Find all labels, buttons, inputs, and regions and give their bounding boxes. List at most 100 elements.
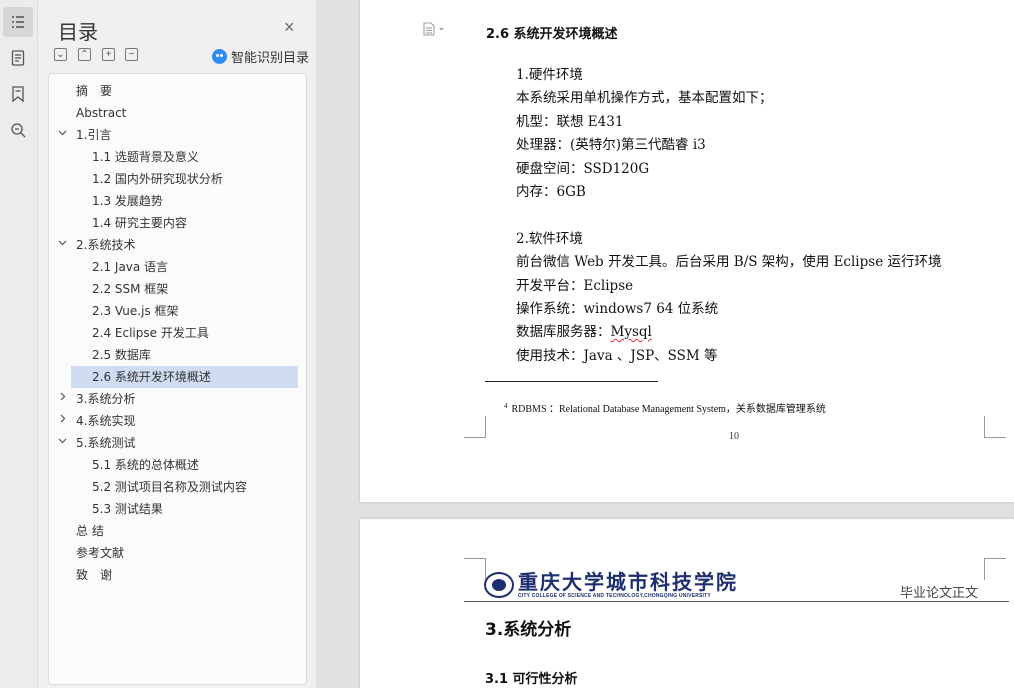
crop-mark: [984, 416, 1006, 438]
toc-item[interactable]: 2.2 SSM 框架: [71, 278, 298, 300]
db-name: Mysql: [610, 324, 652, 340]
chevron-right-icon[interactable]: [56, 410, 68, 432]
toc-item-label: 5.系统测试: [76, 436, 136, 450]
page-number: 10: [729, 431, 739, 442]
body-line: 前台微信 Web 开发工具。后台采用 B/S 架构，使用 Eclipse 运行环…: [516, 254, 942, 270]
toc-item[interactable]: Abstract: [53, 102, 298, 124]
toc-item[interactable]: 4.系统实现: [53, 410, 298, 432]
crop-mark: [984, 558, 1006, 580]
body-line: 内存：6GB: [516, 184, 586, 200]
close-icon[interactable]: ×: [284, 18, 295, 36]
footnote-text: RDBMS ：Relational Database Management Sy…: [511, 404, 826, 415]
subsection-title: 3.1 可行性分析: [485, 672, 578, 687]
find-icon[interactable]: [3, 115, 33, 145]
toc-item[interactable]: 3.系统分析: [53, 388, 298, 410]
add-heading-icon[interactable]: +: [102, 48, 115, 61]
body-line: 开发平台：Eclipse: [516, 278, 634, 294]
header-rule: [464, 601, 1009, 602]
toc-item[interactable]: 2.3 Vue.js 框架: [71, 300, 298, 322]
toc-item[interactable]: 2.5 数据库: [71, 344, 298, 366]
toc-item-label: 1.引言: [76, 128, 112, 142]
toc-item[interactable]: 2.1 Java 语言: [71, 256, 298, 278]
chevron-down-icon[interactable]: [56, 432, 68, 454]
toc-panel: 目录 × ⌄ ⌃ + − 智能识别目录 摘 要 Abstract 1.引言 1.1 选…: [38, 0, 316, 688]
toc-item-label: 参考文献: [76, 546, 125, 560]
collapse-all-icon[interactable]: ⌄: [54, 48, 67, 61]
toc-item[interactable]: 5.1 系统的总体概述: [71, 454, 298, 476]
toc-item[interactable]: 1.3 发展趋势: [71, 190, 298, 212]
toc-item-label: 5.2 测试项目名称及测试内容: [92, 480, 247, 494]
chevron-right-icon[interactable]: [56, 388, 68, 410]
toc-item-label: 5.3 测试结果: [92, 502, 163, 516]
toc-item-label: 2.系统技术: [76, 238, 136, 252]
toc-item[interactable]: 5.3 测试结果: [71, 498, 298, 520]
toc-item[interactable]: 5.2 测试项目名称及测试内容: [71, 476, 298, 498]
toc-item-label: 1.3 发展趋势: [92, 194, 163, 208]
logo-en: CITY COLLEGE OF SCIENCE AND TECHNOLOGY,C…: [518, 593, 711, 599]
toc-item-label: 2.4 Eclipse 开发工具: [92, 326, 209, 340]
toc-item[interactable]: 1.1 选题背景及意义: [71, 146, 298, 168]
chevron-down-icon[interactable]: [56, 234, 68, 256]
document-canvas[interactable]: 2.6 系统开发环境概述 1.硬件环境 本系统采用单机操作方式，基本配置如下； …: [316, 0, 1014, 688]
paragraph-format-icon[interactable]: [423, 22, 447, 41]
toc-item-label: 2.5 数据库: [92, 348, 151, 362]
body-line: 硬盘空间：SSD120G: [516, 161, 650, 177]
toc-item[interactable]: 5.系统测试: [53, 432, 298, 454]
university-logo: 重庆大学城市科技学院 CITY COLLEGE OF SCIENCE AND T…: [484, 571, 738, 599]
body-line: 机型：联想 E431: [516, 114, 624, 130]
db-label: 数据库服务器：: [516, 324, 611, 340]
body-line: 1.硬件环境: [516, 67, 583, 83]
toc-item[interactable]: 1.4 研究主要内容: [71, 212, 298, 234]
toc-item-label: 1.2 国内外研究现状分析: [92, 172, 223, 186]
chapter-title: 3.系统分析: [485, 620, 572, 640]
toc-title: 目录: [58, 20, 98, 44]
footnote-separator: [485, 381, 658, 382]
body-line: 本系统采用单机操作方式，基本配置如下；: [516, 90, 773, 106]
toc-item[interactable]: 致 谢: [53, 564, 298, 586]
toc-item[interactable]: 1.引言: [53, 124, 298, 146]
toc-item-label: 2.2 SSM 框架: [92, 282, 169, 296]
expand-all-icon[interactable]: ⌃: [78, 48, 91, 61]
toc-item[interactable]: 摘 要: [53, 80, 298, 102]
toc-item-label: 5.1 系统的总体概述: [92, 458, 199, 472]
footnote-mark: 4: [504, 401, 508, 410]
toc-item-label: 总 结: [76, 524, 104, 538]
toc-item-label: Abstract: [76, 106, 127, 120]
toc-item[interactable]: 2.6 系统开发环境概述: [71, 366, 298, 388]
smart-toc-button[interactable]: 智能识别目录: [212, 47, 309, 66]
smart-toc-label: 智能识别目录: [231, 51, 310, 66]
toc-item-label: 2.3 Vue.js 框架: [92, 304, 179, 318]
toc-item-label: 1.4 研究主要内容: [92, 216, 187, 230]
crop-mark: [464, 558, 486, 580]
body-line: 2.软件环境: [516, 231, 583, 247]
body-line: 数据库服务器：Mysql: [516, 320, 652, 340]
body-line: 操作系统：windows7 64 位系统: [516, 301, 719, 317]
toc-item[interactable]: 总 结: [53, 520, 298, 542]
side-rail: [0, 0, 38, 688]
toc-item-label: 1.1 选题背景及意义: [92, 150, 199, 164]
section-heading: 2.6 系统开发环境概述: [486, 27, 618, 42]
toc-item[interactable]: 1.2 国内外研究现状分析: [71, 168, 298, 190]
document-icon[interactable]: [3, 43, 33, 73]
toc-item-label: 致 谢: [76, 568, 113, 582]
bookmark-icon[interactable]: [3, 79, 33, 109]
footnote: 4 RDBMS ：Relational Database Management S…: [504, 400, 826, 415]
toc-item-label: 2.1 Java 语言: [92, 260, 169, 274]
ai-assistant-icon: [212, 49, 227, 64]
toc-item-label: 3.系统分析: [76, 392, 136, 406]
remove-heading-icon[interactable]: −: [125, 48, 138, 61]
toc-item-label: 摘 要: [76, 84, 113, 98]
crop-mark: [464, 416, 486, 438]
toc-icon[interactable]: [3, 7, 33, 37]
page-header-label: 毕业论文正文: [900, 586, 979, 601]
chevron-down-icon[interactable]: [56, 124, 68, 146]
body-line: 使用技术：Java 、JSP、SSM 等: [516, 348, 718, 364]
toc-item-label: 4.系统实现: [76, 414, 136, 428]
toc-item[interactable]: 2.4 Eclipse 开发工具: [71, 322, 298, 344]
document-page: 2.6 系统开发环境概述 1.硬件环境 本系统采用单机操作方式，基本配置如下； …: [360, 0, 1014, 502]
toc-item[interactable]: 参考文献: [53, 542, 298, 564]
body-line: 处理器：(英特尔)第三代酷睿 i3: [516, 137, 706, 153]
toc-item-label: 2.6 系统开发环境概述: [92, 370, 211, 384]
toc-item[interactable]: 2.系统技术: [53, 234, 298, 256]
logo-cn: 重庆大学城市科技学院: [518, 570, 738, 594]
